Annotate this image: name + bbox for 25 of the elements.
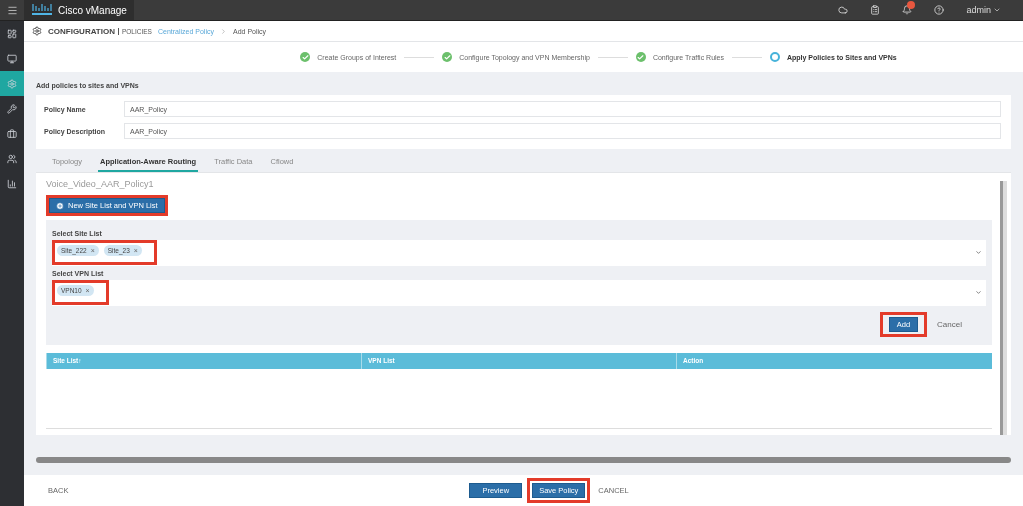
settings-icon	[7, 78, 17, 89]
chevron-icon	[220, 27, 227, 35]
user-menu[interactable]: admin	[966, 5, 1001, 15]
chart-icon	[7, 178, 17, 189]
caret-icon	[993, 6, 1001, 14]
policy-title: Voice_Video_AAR_Policy1	[46, 178, 155, 191]
dashboard-icon	[7, 28, 17, 39]
scrollbar[interactable]	[36, 457, 1011, 463]
scrollbar[interactable]	[1000, 181, 1007, 435]
cancel-button[interactable]: Cancel	[931, 319, 968, 330]
dropdown-icon[interactable]	[975, 288, 982, 296]
monitor-icon	[7, 53, 17, 64]
menu-icon[interactable]	[6, 4, 18, 16]
toolbox-icon	[7, 128, 17, 139]
plus-icon	[56, 201, 64, 210]
settings-icon	[32, 26, 42, 36]
clipboard-icon[interactable]	[870, 5, 881, 15]
dropdown-icon[interactable]	[975, 248, 982, 256]
section-title: CONFIGURATION	[48, 26, 115, 36]
users-icon	[7, 153, 17, 164]
logo-icon	[32, 3, 52, 17]
cloud-icon[interactable]	[838, 5, 849, 15]
help-icon[interactable]	[934, 5, 945, 15]
app-title: Cisco vManage	[58, 4, 127, 16]
wrench-icon	[7, 103, 17, 114]
